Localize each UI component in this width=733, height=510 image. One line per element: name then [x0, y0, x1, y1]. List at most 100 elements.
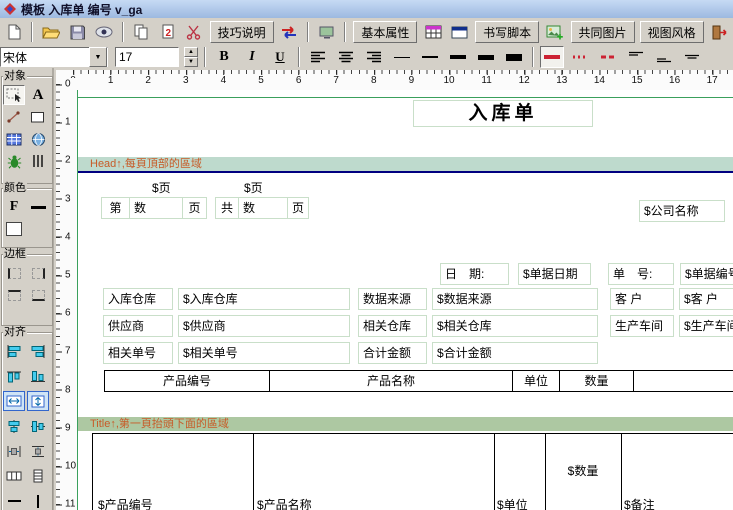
page-prefix-cell[interactable]: 第	[101, 197, 130, 219]
detail-unit-var[interactable]: $单位	[497, 496, 528, 510]
field-var-cell[interactable]: $供应商	[178, 315, 350, 337]
detail-qty-var[interactable]: $数量	[545, 462, 621, 479]
vertical-line-button[interactable]	[27, 491, 49, 510]
page-unit-cell[interactable]: 页	[182, 197, 207, 219]
image-tool-button[interactable]	[27, 129, 49, 149]
spinner-up-button[interactable]: ▲	[184, 47, 198, 57]
write-script-button[interactable]: 书写脚本	[475, 21, 539, 43]
design-canvas[interactable]: 入库单 Head↑,每頁頂部的區域 $页 $页 第 数 页 共 数 页 $公司名…	[77, 90, 733, 510]
paste-button[interactable]: 2	[157, 21, 178, 43]
font-color-button[interactable]: F	[3, 197, 25, 217]
number-var-cell[interactable]: $单据编号	[680, 263, 733, 285]
company-name-cell[interactable]: $公司名称	[639, 200, 725, 222]
detail-product-name-var[interactable]: $产品名称	[257, 496, 312, 510]
date-label-cell[interactable]: 日 期:	[440, 263, 509, 285]
field-var-cell[interactable]: $数据来源	[432, 288, 598, 310]
line-weight-2-button[interactable]	[418, 46, 442, 68]
table-tool-button[interactable]	[3, 129, 25, 149]
screen-button[interactable]	[316, 21, 337, 43]
same-column-width-button[interactable]	[3, 466, 25, 486]
select-tool-button[interactable]	[3, 85, 25, 105]
field-label-cell[interactable]: 供应商	[103, 315, 173, 337]
page-total-cell[interactable]: 共	[215, 197, 239, 219]
line-style-dashed-button[interactable]	[596, 46, 620, 68]
same-width-button[interactable]	[3, 391, 25, 411]
align-right-button[interactable]	[362, 46, 386, 68]
field-var-cell[interactable]: $相关仓库	[432, 315, 598, 337]
date-var-cell[interactable]: $单据日期	[518, 263, 591, 285]
valign-top-button[interactable]	[624, 46, 648, 68]
line-weight-3-button[interactable]	[446, 46, 470, 68]
copy-button[interactable]	[131, 21, 152, 43]
page-unit-cell[interactable]: 页	[287, 197, 309, 219]
line-weight-4-button[interactable]	[474, 46, 498, 68]
bold-button[interactable]: B	[212, 47, 236, 67]
number-label-cell[interactable]: 单 号:	[608, 263, 674, 285]
insert-table-button[interactable]	[422, 21, 443, 43]
save-button[interactable]	[67, 21, 88, 43]
rectangle-tool-button[interactable]	[27, 107, 49, 127]
tips-button[interactable]: 技巧说明	[210, 21, 274, 43]
line-weight-5-button[interactable]	[502, 46, 526, 68]
field-label-cell[interactable]: 入库仓库	[103, 288, 173, 310]
align-top-edges-button[interactable]	[3, 366, 25, 386]
swap-arrows-button[interactable]	[279, 21, 300, 43]
line-tool-button[interactable]	[3, 107, 25, 127]
header-col-qty[interactable]: 数量	[559, 370, 634, 392]
field-var-cell[interactable]: $客 户	[679, 288, 733, 310]
field-label-cell[interactable]: 生产车间	[610, 315, 674, 337]
field-var-cell[interactable]: $入库仓库	[178, 288, 350, 310]
field-label-cell[interactable]: 客 户	[610, 288, 674, 310]
border-bottom-button[interactable]	[27, 285, 49, 305]
font-size-field[interactable]: 17	[115, 47, 179, 67]
title-band[interactable]: Title↑,第一頁抬頭下面的區域	[78, 417, 733, 431]
line-weight-1-button[interactable]	[390, 46, 414, 68]
combo-dropdown-arrow[interactable]: ▼	[89, 47, 107, 67]
valign-middle-button[interactable]	[680, 46, 704, 68]
header-col-empty[interactable]	[633, 370, 733, 392]
basic-properties-button[interactable]: 基本属性	[353, 21, 417, 43]
italic-button[interactable]: I	[240, 47, 264, 67]
header-col-unit[interactable]: 单位	[512, 370, 560, 392]
border-left-button[interactable]	[3, 263, 25, 283]
same-height-button[interactable]	[27, 391, 49, 411]
text-tool-button[interactable]: A	[27, 85, 49, 105]
spinner-down-button[interactable]: ▼	[184, 57, 198, 67]
open-file-button[interactable]	[40, 21, 61, 43]
head-band[interactable]: Head↑,每頁頂部的區域	[78, 157, 733, 173]
field-label-cell[interactable]: 数据来源	[358, 288, 427, 310]
detail-table[interactable]: $数量 $产品编号 $产品名称 $单位 $备注	[92, 433, 733, 510]
header-col-product-name[interactable]: 产品名称	[269, 370, 513, 392]
field-label-cell[interactable]: 相关仓库	[358, 315, 427, 337]
view-style-button[interactable]: 视图风格	[640, 21, 704, 43]
align-right-edges-button[interactable]	[27, 341, 49, 361]
align-center-button[interactable]	[334, 46, 358, 68]
shared-images-button[interactable]: 共同图片	[571, 21, 635, 43]
fill-color-button[interactable]	[3, 219, 25, 239]
border-top-button[interactable]	[3, 285, 25, 305]
header-col-product-code[interactable]: 产品编号	[104, 370, 270, 392]
align-left-edges-button[interactable]	[3, 341, 25, 361]
center-vertical-button[interactable]	[27, 416, 49, 436]
horizontal-line-button[interactable]	[3, 491, 25, 510]
same-row-height-button[interactable]	[27, 466, 49, 486]
new-document-button[interactable]	[3, 21, 24, 43]
detail-product-code-var[interactable]: $产品编号	[98, 496, 153, 510]
space-horizontal-button[interactable]	[3, 441, 25, 461]
barcode-tool-button[interactable]	[27, 151, 49, 171]
bug-tool-button[interactable]	[3, 151, 25, 171]
align-bottom-edges-button[interactable]	[27, 366, 49, 386]
field-label-cell[interactable]: 相关单号	[103, 342, 173, 364]
valign-bottom-button[interactable]	[652, 46, 676, 68]
center-horizontal-button[interactable]	[3, 416, 25, 436]
window-style-button[interactable]	[449, 21, 470, 43]
cut-button[interactable]	[183, 21, 204, 43]
space-vertical-button[interactable]	[27, 441, 49, 461]
exit-button[interactable]	[709, 21, 730, 43]
add-image-button[interactable]	[544, 21, 565, 43]
underline-button[interactable]: U	[268, 47, 292, 67]
align-left-button[interactable]	[306, 46, 330, 68]
border-right-button[interactable]	[27, 263, 49, 283]
line-color-button[interactable]	[27, 197, 49, 217]
detail-remark-var[interactable]: $备注	[624, 496, 655, 510]
